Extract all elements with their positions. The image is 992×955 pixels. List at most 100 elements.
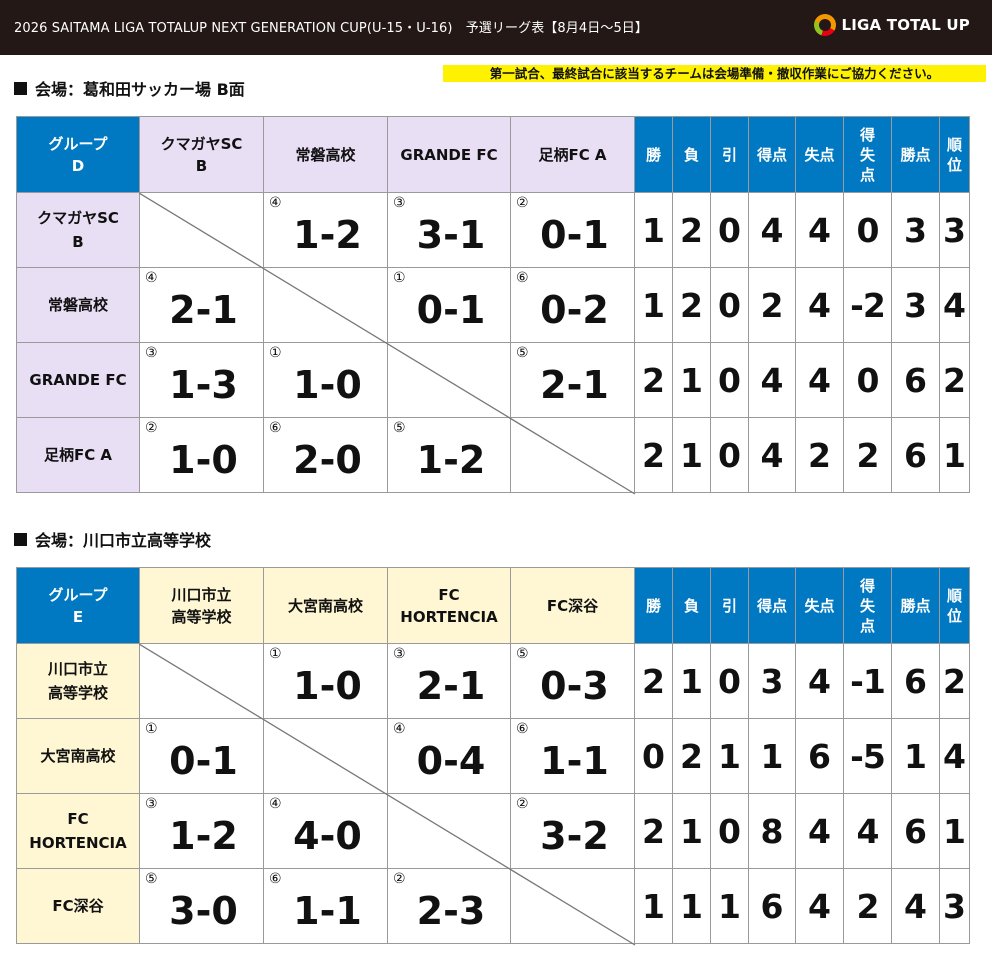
column-team-header: 川口市立 高等学校 [139,567,264,644]
venue-label: 会場：葛和田サッカー場 B面 [35,80,245,99]
stat-header-label: 勝 [645,145,661,164]
stat-header: 引 [710,116,749,193]
team-name-line: B [195,156,208,175]
stat-value: 4 [795,793,844,869]
stat-value: 3 [891,267,940,343]
stat-value: -5 [843,718,892,794]
group-label-line: グループ [48,585,108,604]
stat-value: 2 [672,192,711,268]
stat-value: 4 [748,417,796,493]
group-label-line: E [72,607,84,626]
match-score: 2-1 [416,664,486,708]
stat-header-label: 失点 [804,596,835,615]
stat-header-label: 失点 [804,145,835,164]
row-team-header: クマガヤSC B [16,192,140,268]
stat-header: 失点 [795,567,844,644]
stat-header-char: 点 [859,616,875,635]
stat-value: 4 [795,192,844,268]
stat-value: 3 [891,192,940,268]
team-name-line: 常磐高校 [295,145,356,164]
score-cell: ④ 1-2 [263,192,388,268]
stat-value: 0 [843,342,892,418]
match-score: 0-1 [540,213,609,257]
stat-value: 1 [748,718,796,794]
team-name-line: 川口市立 [171,585,232,604]
self-match-cell [263,267,388,343]
column-team-header: FC HORTENCIA [387,567,511,644]
stat-header-char: 順 [946,135,962,154]
column-team-header: クマガヤSC B [139,116,264,193]
team-name-line: 足柄FC A [538,145,607,164]
stat-header-label: 得点 [756,145,787,164]
score-cell: ① 0-1 [139,718,264,794]
score-cell: ③ 1-2 [139,793,264,869]
stat-header-label: 勝点 [900,596,931,615]
group-label-line: D [71,156,85,175]
stat-header: 勝点 [891,116,940,193]
stat-header: 得失点 [843,567,892,644]
stat-value: 3 [939,192,970,268]
column-team-header: 足柄FC A [510,116,635,193]
stat-value: 6 [891,643,940,719]
stat-value: 1 [939,417,970,493]
stat-value: 1 [634,868,673,944]
match-score: 0-3 [540,664,609,708]
column-team-header: GRANDE FC [387,116,511,193]
stat-value: 1 [634,192,673,268]
column-team-header: FC深谷 [510,567,635,644]
square-bullet-icon [14,532,27,546]
group-label-line: グループ [48,134,108,153]
stat-value: 1 [672,417,711,493]
stat-header: 勝点 [891,567,940,644]
score-cell: ④ 2-1 [139,267,264,343]
stat-header-label: 勝点 [900,145,931,164]
venue-label: 会場：川口市立高等学校 [35,531,212,550]
match-order-number: ② [516,195,529,211]
brand-logo: LIGA TOTAL UP [813,14,971,36]
match-score: 3-2 [540,814,609,858]
score-cell: ④ 4-0 [263,793,388,869]
column-team-header: 大宮南高校 [263,567,388,644]
team-name-line: GRANDE FC [400,145,498,164]
table-row: 常磐高校 ④ 2-1 ① 0-1 ⑥ 0-2 1 2 0 2 4 -2 3 4 [16,267,970,343]
score-cell: ② 0-1 [510,192,635,268]
stat-value: 2 [634,342,673,418]
score-cell: ⑥ 1-1 [263,868,388,944]
match-score: 1-2 [293,213,362,257]
team-name-line: 川口市立 [47,660,108,678]
stat-header-char: 失 [859,145,875,164]
self-match-cell [139,643,264,719]
team-name-line: B [72,233,84,251]
match-order-number: ⑤ [516,345,529,361]
stat-value: 3 [939,868,970,944]
square-bullet-icon [14,81,27,95]
score-cell: ④ 0-4 [387,718,511,794]
stat-header-label: 負 [683,145,699,164]
stat-header: 順位 [939,567,970,644]
stat-value: 2 [939,342,970,418]
stat-value: 6 [748,868,796,944]
match-score: 0-4 [416,739,486,783]
stat-value: 6 [891,342,940,418]
stat-value: 8 [748,793,796,869]
stat-value: -2 [843,267,892,343]
league-table-d: グループ D クマガヤSC B 常磐高校 GRANDE FC 足柄FC A 勝負引得点 失点得失… [16,116,970,493]
stat-value: 1 [710,868,749,944]
match-order-number: ⑥ [516,270,529,286]
stat-value: 0 [710,192,749,268]
match-score: 3-0 [169,889,238,933]
stat-value: 4 [939,267,970,343]
stat-value: 4 [891,868,940,944]
stat-value: 4 [748,192,796,268]
stat-value: 2 [634,643,673,719]
stat-value: 2 [843,417,892,493]
match-score: 0-1 [169,739,238,783]
column-team-header: 常磐高校 [263,116,388,193]
notice-banner: 第一試合、最終試合に該当するチームは会場準備・撤収作業にご協力ください。 [443,65,986,82]
match-score: 1-2 [169,814,238,858]
team-name-line: FC [67,810,89,828]
score-cell: ② 2-3 [387,868,511,944]
match-order-number: ⑤ [516,646,529,662]
stat-value: -1 [843,643,892,719]
match-score: 4-0 [293,814,362,858]
